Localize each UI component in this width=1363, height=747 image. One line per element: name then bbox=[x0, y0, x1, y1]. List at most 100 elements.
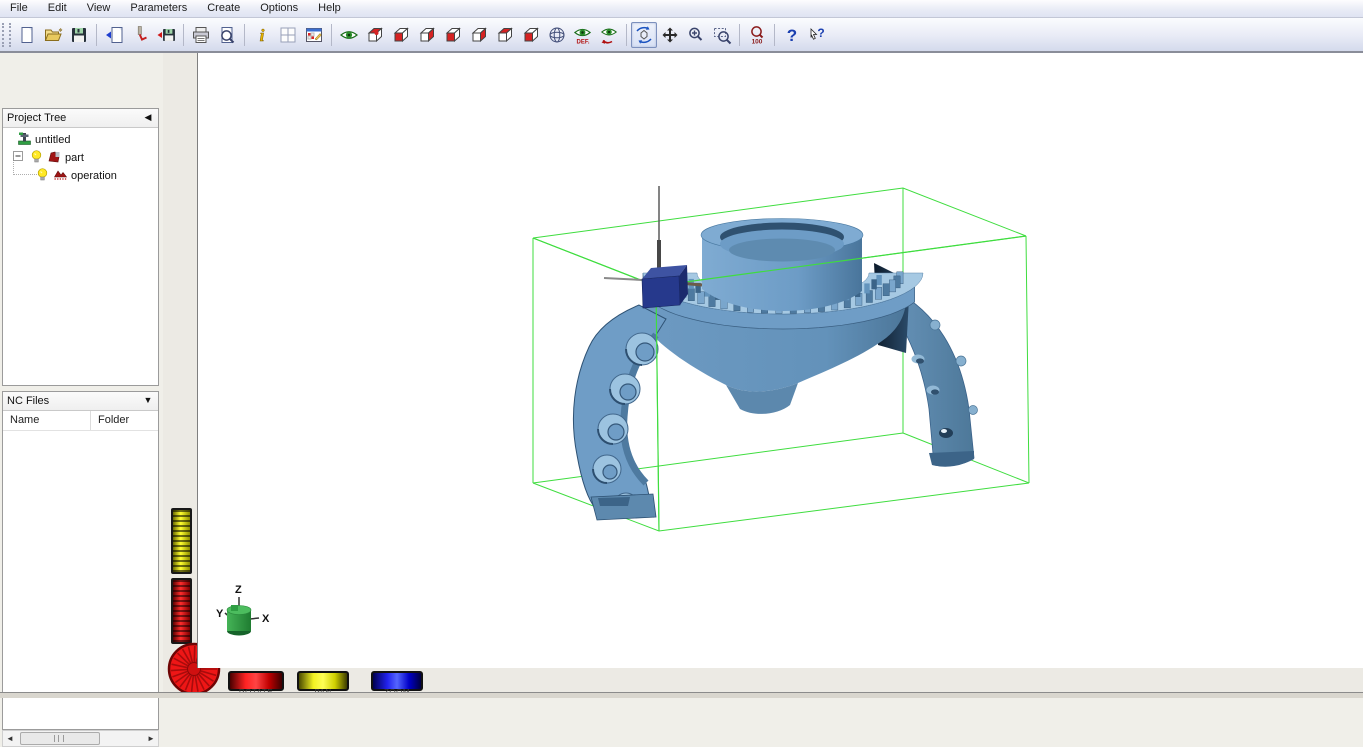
toolbar-separator bbox=[96, 24, 97, 46]
operation-icon bbox=[53, 167, 68, 185]
wireframe-sphere-icon bbox=[547, 25, 567, 45]
wireframe-sphere-button[interactable] bbox=[544, 22, 570, 48]
nc-files-header: NC Files ▼ bbox=[3, 392, 158, 411]
zoom-window-icon bbox=[712, 25, 732, 45]
define-tool-button[interactable] bbox=[127, 22, 153, 48]
left-panel-horizontal-scrollbar[interactable]: ◄ ► bbox=[2, 730, 159, 747]
info-button[interactable]: i bbox=[249, 22, 275, 48]
menu-options[interactable]: Options bbox=[250, 1, 308, 16]
nc-column-name[interactable]: Name bbox=[3, 411, 91, 430]
define-tool-icon bbox=[130, 25, 150, 45]
tree-node-part[interactable]: part bbox=[11, 150, 84, 166]
info-icon: i bbox=[252, 25, 272, 45]
viewport-3d[interactable]: Z Y X bbox=[197, 53, 1363, 668]
report-window-icon bbox=[304, 25, 324, 45]
nc-files-collapse-button[interactable]: ▼ bbox=[143, 395, 153, 405]
tree-node-label: operation bbox=[71, 170, 117, 182]
svg-text:100: 100 bbox=[752, 38, 763, 45]
view-cube-back-button[interactable] bbox=[414, 22, 440, 48]
save-part-icon bbox=[156, 25, 176, 45]
help-button[interactable]: ? bbox=[779, 22, 805, 48]
menu-parameters[interactable]: Parameters bbox=[120, 1, 197, 16]
show-hide-eye-button[interactable] bbox=[336, 22, 362, 48]
view-previous-button[interactable] bbox=[596, 22, 622, 48]
part-model bbox=[573, 219, 977, 521]
view-cube-bottom-button[interactable] bbox=[518, 22, 544, 48]
show-hide-eye-icon bbox=[339, 25, 359, 45]
zoom-100-button[interactable]: 100 bbox=[744, 22, 770, 48]
left-panel-area: Project Tree ◀ untitled part operation NC … bbox=[0, 53, 163, 697]
view-cube-left-button[interactable] bbox=[440, 22, 466, 48]
machine-icon bbox=[17, 131, 32, 149]
menu-view[interactable]: View bbox=[77, 1, 121, 16]
menu-help[interactable]: Help bbox=[308, 1, 351, 16]
menu-edit[interactable]: Edit bbox=[38, 1, 77, 16]
visibility-bulb-icon[interactable] bbox=[35, 167, 50, 185]
visibility-bulb-icon[interactable] bbox=[29, 149, 44, 167]
scrollbar-left-arrow[interactable]: ◄ bbox=[3, 732, 17, 745]
view-cube-front-icon bbox=[391, 25, 411, 45]
nc-column-folder[interactable]: Folder bbox=[91, 411, 129, 430]
menu-create[interactable]: Create bbox=[197, 1, 250, 16]
speed-gauge bbox=[171, 578, 192, 644]
view-cube-right-icon bbox=[469, 25, 489, 45]
context-help-icon: ? bbox=[808, 25, 828, 45]
nc-files-title: NC Files bbox=[7, 395, 49, 407]
open-folder-icon bbox=[43, 25, 63, 45]
load-part-button[interactable] bbox=[101, 22, 127, 48]
svg-text:?: ? bbox=[817, 26, 824, 40]
print-preview-button[interactable] bbox=[214, 22, 240, 48]
svg-text:i: i bbox=[260, 26, 265, 45]
save-icon bbox=[69, 25, 89, 45]
app-window: { "menu_bar": { "items": ["File", "Edit"… bbox=[0, 0, 1363, 697]
toolbar-separator bbox=[331, 24, 332, 46]
toolbar-grip[interactable] bbox=[2, 23, 11, 47]
axis-z-label: Z bbox=[235, 584, 242, 596]
view-cube-right-button[interactable] bbox=[466, 22, 492, 48]
rotate-mode-icon bbox=[634, 25, 654, 45]
view-cube-back-icon bbox=[417, 25, 437, 45]
save-part-button[interactable] bbox=[153, 22, 179, 48]
print-button[interactable] bbox=[188, 22, 214, 48]
zoom-100-icon: 100 bbox=[747, 25, 767, 45]
project-tree-panel: Project Tree ◀ untitled part operation bbox=[2, 108, 159, 386]
tree-node-label: untitled bbox=[35, 134, 70, 146]
load-part-icon bbox=[104, 25, 124, 45]
tree-node-label: part bbox=[65, 152, 84, 164]
feed-gauge bbox=[171, 508, 192, 574]
open-folder-button[interactable] bbox=[40, 22, 66, 48]
nc-files-list bbox=[3, 431, 158, 711]
window-bottom-edge bbox=[0, 692, 1363, 698]
part-icon bbox=[47, 149, 62, 167]
part-top-cylinder bbox=[701, 219, 863, 312]
project-tree-header: Project Tree ◀ bbox=[3, 109, 158, 128]
view-cube-iso-button[interactable] bbox=[362, 22, 388, 48]
four-view-window-button[interactable] bbox=[275, 22, 301, 48]
pan-mode-icon bbox=[660, 25, 680, 45]
toolbar-separator bbox=[244, 24, 245, 46]
viewer-left-strip bbox=[163, 53, 197, 668]
context-help-button[interactable]: ? bbox=[805, 22, 831, 48]
new-document-button[interactable] bbox=[14, 22, 40, 48]
axis-y-label: Y bbox=[216, 608, 224, 620]
tree-expander-icon[interactable] bbox=[11, 149, 26, 167]
save-button[interactable] bbox=[66, 22, 92, 48]
svg-text:?: ? bbox=[787, 26, 797, 45]
rotate-mode-button[interactable] bbox=[631, 22, 657, 48]
scrollbar-right-arrow[interactable]: ► bbox=[144, 732, 158, 745]
tree-node-operation[interactable]: operation bbox=[35, 168, 117, 184]
report-window-button[interactable] bbox=[301, 22, 327, 48]
view-cube-front-button[interactable] bbox=[388, 22, 414, 48]
project-tree-collapse-button[interactable]: ◀ bbox=[143, 112, 153, 122]
menu-file[interactable]: File bbox=[0, 1, 38, 16]
tree-node-untitled[interactable]: untitled bbox=[17, 132, 70, 148]
scrollbar-thumb[interactable] bbox=[20, 732, 100, 745]
zoom-window-button[interactable] bbox=[709, 22, 735, 48]
toolbar-separator bbox=[183, 24, 184, 46]
zoom-mode-button[interactable] bbox=[683, 22, 709, 48]
view-cube-top-icon bbox=[495, 25, 515, 45]
view-default-button[interactable]: DEF. bbox=[570, 22, 596, 48]
view-cube-top-button[interactable] bbox=[492, 22, 518, 48]
pan-mode-button[interactable] bbox=[657, 22, 683, 48]
nc-files-column-headers: Name Folder bbox=[3, 411, 158, 431]
